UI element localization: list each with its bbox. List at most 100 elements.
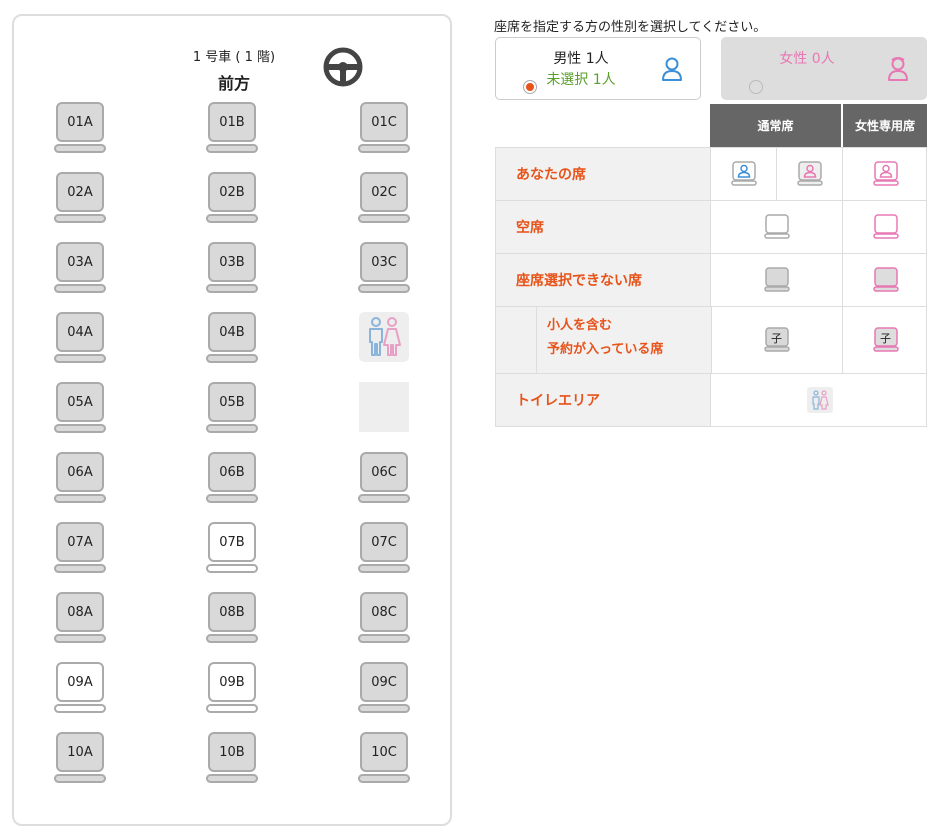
seat-map-panel: 1 号車 ( 1 階) 前方 01A 01B 01C 02A 02B 02C 03A 03B 0…	[12, 14, 452, 826]
vacant-seat-icon	[763, 214, 790, 239]
seat-cushion	[206, 564, 258, 573]
seat-cushion	[358, 494, 410, 503]
seat-cushion	[206, 634, 258, 643]
car-title: 1 号車 ( 1 階)	[192, 50, 276, 65]
seat-cushion	[206, 284, 258, 293]
seat-label: 03A	[56, 242, 104, 282]
seat-cushion	[54, 214, 106, 223]
seat-04a: 04A	[54, 312, 106, 364]
seat-label: 07B	[208, 522, 256, 562]
male-count-label: 男性 1人	[553, 51, 609, 67]
seat-cushion	[54, 284, 106, 293]
unavailable-female-seat-icon	[872, 267, 899, 292]
seat-cushion	[54, 144, 106, 153]
seat-label: 03C	[360, 242, 408, 282]
seat-cushion	[54, 774, 106, 783]
seat-label: 06A	[56, 452, 104, 492]
legend-row-child-reserved: 小人を含む 予約が入っている席 子 子	[495, 307, 927, 374]
seat-06a: 06A	[54, 452, 106, 504]
seat-label: 02A	[56, 172, 104, 212]
seat-06c: 06C	[358, 452, 410, 504]
seat-label: 06C	[360, 452, 408, 492]
seat-legend: 通常席 女性専用席 あなたの席 空席 座席選択できない席 小人を含む 予約が入っ…	[495, 104, 927, 427]
seat-label: 10C	[360, 732, 408, 772]
seat-label: 01B	[208, 102, 256, 142]
seat-cushion	[206, 144, 258, 153]
seat-label: 04A	[56, 312, 104, 352]
seat-label: 08C	[360, 592, 408, 632]
seat-cushion	[358, 704, 410, 713]
male-radio[interactable]	[523, 80, 537, 94]
seat-05b: 05B	[206, 382, 258, 434]
seat-01b: 01B	[206, 102, 258, 154]
front-label: 前方	[217, 74, 250, 93]
male-selector[interactable]: 男性 1人 未選択 1人	[495, 37, 701, 100]
seat-09c: 09C	[358, 662, 410, 714]
seat-label: 03B	[208, 242, 256, 282]
seat-cushion	[54, 564, 106, 573]
legend-header-normal: 通常席	[710, 104, 841, 147]
seat-cushion	[206, 704, 258, 713]
legend-row-toilet: トイレエリア	[495, 374, 927, 427]
female-person-icon	[888, 57, 908, 81]
seat-03c: 03C	[358, 242, 410, 294]
seat-label: 07C	[360, 522, 408, 562]
seat-02c: 02C	[358, 172, 410, 224]
legend-header-female: 女性専用席	[843, 104, 927, 147]
seat-label: 09A	[56, 662, 104, 702]
legend-row-vacant: 空席	[495, 201, 927, 254]
seat-09a[interactable]: 09A	[54, 662, 106, 714]
female-count-label: 女性 0人	[779, 51, 835, 67]
seat-cushion	[358, 144, 410, 153]
seat-07b[interactable]: 07B	[206, 522, 258, 574]
seat-cushion	[358, 564, 410, 573]
seat-10c: 10C	[358, 732, 410, 784]
legend-header: 通常席 女性専用席	[495, 104, 927, 147]
seat-label: 01A	[56, 102, 104, 142]
seat-cushion	[54, 494, 106, 503]
seat-08b: 08B	[206, 592, 258, 644]
seat-cushion	[206, 494, 258, 503]
seat-label: 02B	[208, 172, 256, 212]
seat-10b: 10B	[206, 732, 258, 784]
toilet-icon	[369, 317, 401, 356]
seat-08c: 08C	[358, 592, 410, 644]
female-radio[interactable]	[749, 80, 763, 94]
your-seat-male-icon	[730, 161, 757, 186]
seat-cushion	[358, 284, 410, 293]
seat-cushion	[206, 214, 258, 223]
seat-cushion	[206, 774, 258, 783]
vacant-female-seat-icon	[872, 214, 899, 239]
legend-label-unavailable: 座席選択できない席	[496, 254, 711, 306]
seat-label: 06B	[208, 452, 256, 492]
seat-02a: 02A	[54, 172, 106, 224]
unavailable-seat-icon	[763, 267, 790, 292]
seat-cushion	[206, 424, 258, 433]
seat-label: 08B	[208, 592, 256, 632]
seat-04b: 04B	[206, 312, 258, 364]
your-seat-female-only-icon	[872, 161, 899, 186]
seat-05a: 05A	[54, 382, 106, 434]
seat-09b[interactable]: 09B	[206, 662, 258, 714]
seat-cushion	[358, 774, 410, 783]
seat-07c: 07C	[358, 522, 410, 574]
seat-03a: 03A	[54, 242, 106, 294]
seat-label: 07A	[56, 522, 104, 562]
seat-07a: 07A	[54, 522, 106, 574]
seat-cushion	[54, 704, 106, 713]
your-seat-female-icon	[797, 161, 823, 186]
male-person-icon	[662, 57, 682, 81]
child-seat-icon: 子	[763, 327, 790, 353]
seat-label: 08A	[56, 592, 104, 632]
seat-10a: 10A	[54, 732, 106, 784]
male-unselected-status: 未選択 1人	[546, 72, 616, 88]
seat-label: 10B	[208, 732, 256, 772]
seat-label: 09B	[208, 662, 256, 702]
seat-cushion	[54, 634, 106, 643]
seat-label: 09C	[360, 662, 408, 702]
seat-label: 02C	[360, 172, 408, 212]
seat-cushion	[358, 214, 410, 223]
female-selector[interactable]: 女性 0人	[721, 37, 927, 100]
seat-02b: 02B	[206, 172, 258, 224]
toilet-area	[359, 312, 409, 362]
